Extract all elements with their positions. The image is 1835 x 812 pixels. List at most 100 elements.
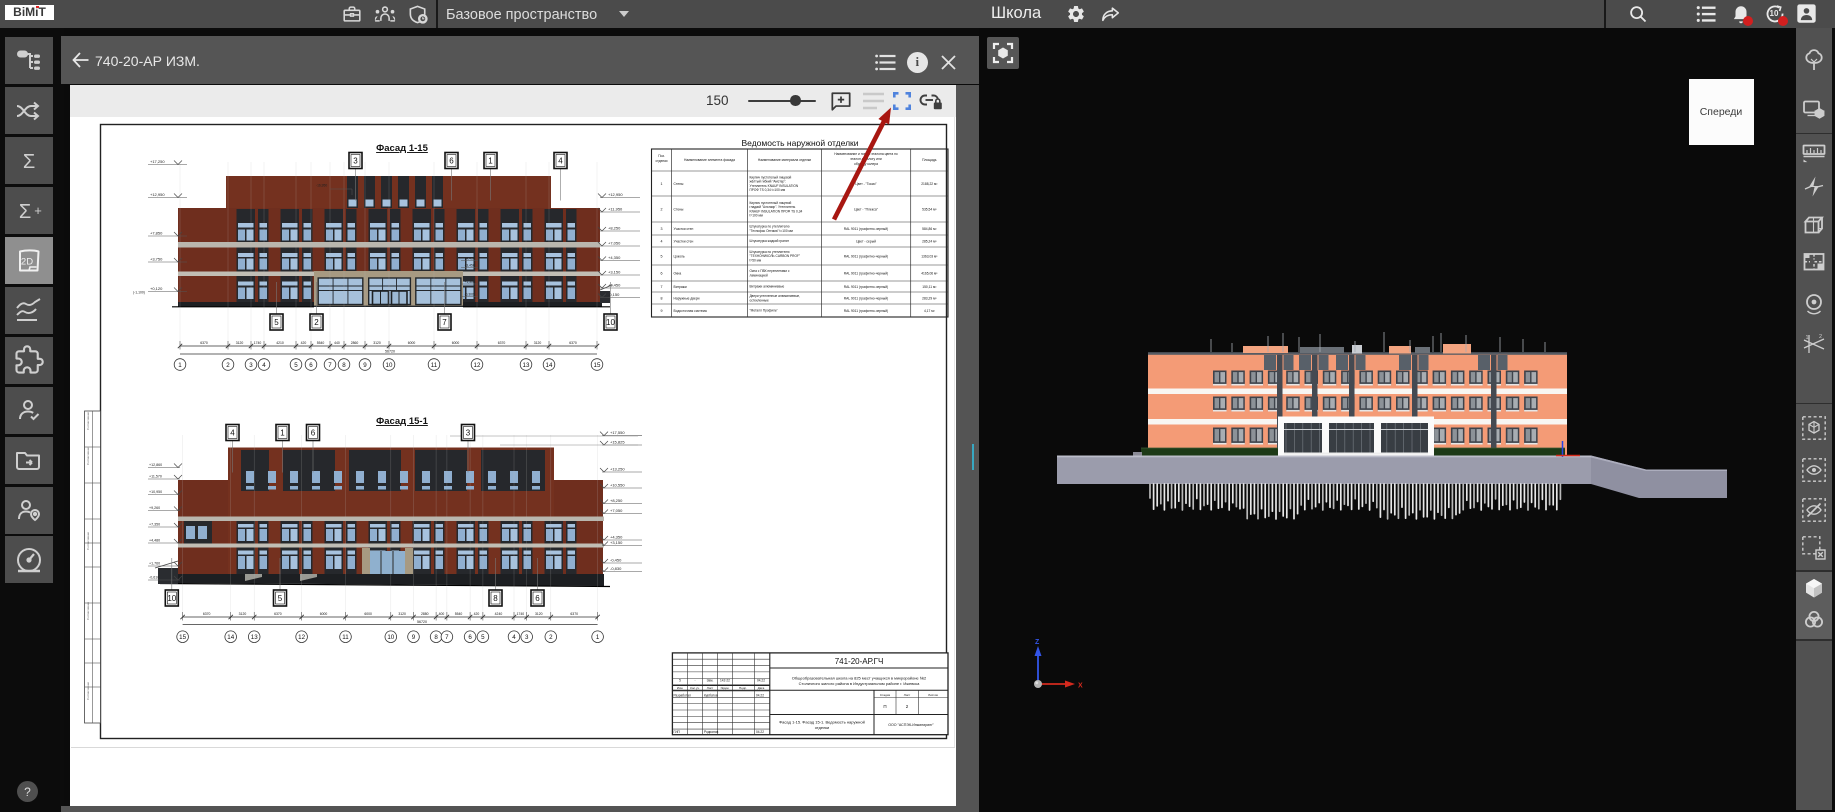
svg-text:Σ: Σ bbox=[23, 151, 35, 173]
svg-text:+17,550: +17,550 bbox=[610, 430, 625, 435]
svg-text:11: 11 bbox=[431, 362, 438, 369]
svg-text:6: 6 bbox=[661, 271, 663, 275]
svg-text:6: 6 bbox=[535, 594, 540, 603]
svg-text:4,17 м²: 4,17 м² bbox=[924, 309, 936, 313]
svg-text:Наименование элемента фасада: Наименование элемента фасада bbox=[684, 158, 735, 162]
svg-text:Цоколь: Цоколь bbox=[674, 254, 685, 258]
svg-text:+4,480: +4,480 bbox=[149, 539, 160, 543]
svg-text:Наружные двери: Наружные двери bbox=[674, 296, 700, 300]
svg-text:Наименование материала отделки: Наименование материала отделки bbox=[758, 158, 811, 162]
svg-text:Дата: Дата bbox=[758, 686, 765, 690]
svg-text:1: 1 bbox=[178, 362, 182, 369]
svg-text:5: 5 bbox=[278, 594, 283, 603]
svg-text:6370: 6370 bbox=[274, 612, 282, 616]
svg-text:+9,260: +9,260 bbox=[149, 506, 160, 510]
svg-text:15: 15 bbox=[594, 362, 601, 369]
svg-text:+11,570: +11,570 bbox=[149, 475, 162, 479]
svg-text:Площадь: Площадь bbox=[922, 158, 937, 162]
svg-text:420: 420 bbox=[474, 612, 480, 616]
svg-text:+11,950: +11,950 bbox=[608, 207, 623, 212]
svg-text:2: 2 bbox=[314, 318, 319, 327]
svg-text:3: 3 bbox=[661, 227, 663, 231]
svg-text:6370: 6370 bbox=[200, 341, 208, 345]
svg-text:1: 1 bbox=[280, 428, 285, 437]
svg-text:+3,150: +3,150 bbox=[610, 540, 623, 545]
svg-text:+10,550: +10,550 bbox=[610, 483, 625, 488]
svg-text:Стены: Стены bbox=[674, 182, 685, 186]
svg-text:-0,610: -0,610 bbox=[149, 576, 159, 580]
svg-text:Фасад 15-1: Фасад 15-1 bbox=[376, 416, 428, 427]
svg-text:RAL 9011 (графитно-черный): RAL 9011 (графитно-черный) bbox=[844, 296, 889, 300]
svg-text:2: 2 bbox=[1819, 334, 1822, 340]
svg-text:3120: 3120 bbox=[534, 341, 542, 345]
svg-text:3: 3 bbox=[353, 156, 358, 165]
svg-text:Согласовано: Согласовано bbox=[86, 682, 90, 700]
svg-text:15: 15 bbox=[179, 634, 186, 641]
svg-text:Согласовано: Согласовано bbox=[86, 532, 90, 550]
svg-text:-0,450: -0,450 bbox=[610, 558, 622, 563]
svg-text:4: 4 bbox=[262, 362, 266, 369]
svg-text:Участки стен: Участки стен bbox=[674, 227, 694, 231]
svg-text:-16,950: -16,950 bbox=[316, 184, 327, 188]
svg-text:2: 2 bbox=[226, 362, 230, 369]
svg-text:1: 1 bbox=[488, 156, 493, 165]
svg-text:4: 4 bbox=[661, 239, 663, 243]
svg-text:6: 6 bbox=[449, 156, 454, 165]
svg-text:1: 1 bbox=[661, 182, 663, 186]
svg-text:+1,300: +1,300 bbox=[465, 280, 475, 284]
svg-text:RAL 9011 (графитно-черный): RAL 9011 (графитно-черный) bbox=[844, 271, 889, 275]
svg-text:+12,950: +12,950 bbox=[608, 192, 623, 197]
svg-text:12: 12 bbox=[298, 634, 305, 641]
svg-text:+8,250: +8,250 bbox=[608, 226, 621, 231]
svg-text:ламинацией: ламинацией bbox=[750, 273, 769, 277]
svg-text:3120: 3120 bbox=[239, 612, 247, 616]
svg-text:6000: 6000 bbox=[364, 612, 372, 616]
svg-text:Лист: Лист bbox=[707, 686, 714, 690]
svg-text:8: 8 bbox=[434, 634, 438, 641]
svg-text:+7,050: +7,050 bbox=[608, 241, 621, 246]
svg-text:13: 13 bbox=[523, 362, 530, 369]
svg-text:+0,450: +0,450 bbox=[608, 283, 621, 288]
svg-text:Листов: Листов bbox=[928, 693, 938, 697]
svg-text:5: 5 bbox=[481, 634, 485, 641]
svg-text:+12,860: +12,860 bbox=[149, 463, 162, 467]
svg-text:400: 400 bbox=[439, 612, 445, 616]
svg-text:-0,150: -0,150 bbox=[608, 292, 620, 297]
svg-text:-: - bbox=[694, 678, 695, 682]
svg-text:6370: 6370 bbox=[570, 612, 578, 616]
svg-text:+10,950: +10,950 bbox=[149, 490, 162, 494]
svg-text:+7,350: +7,350 bbox=[149, 523, 160, 527]
svg-text:+13,250: +13,250 bbox=[610, 467, 625, 472]
svg-text:14: 14 bbox=[546, 362, 553, 369]
svg-text:Согласовано: Согласовано bbox=[86, 412, 90, 430]
svg-text:420: 420 bbox=[301, 341, 307, 345]
svg-text:Фасад 1-15: Фасад 1-15 bbox=[376, 143, 428, 154]
svg-text:Окна: Окна bbox=[674, 271, 682, 275]
svg-text:Согласовано: Согласовано bbox=[86, 447, 90, 465]
svg-text:Стены: Стены bbox=[674, 207, 685, 211]
svg-text:11: 11 bbox=[342, 634, 349, 641]
svg-text:+8,250: +8,250 bbox=[610, 498, 623, 503]
svg-text:t=50 мм: t=50 мм bbox=[750, 258, 762, 262]
svg-text:ГИП: ГИП bbox=[674, 730, 681, 734]
svg-text:+7,850: +7,850 bbox=[150, 231, 163, 236]
svg-text:4240: 4240 bbox=[495, 612, 503, 616]
svg-text:+0,120: +0,120 bbox=[150, 286, 163, 291]
svg-text:6: 6 bbox=[309, 362, 313, 369]
svg-text:+3,750: +3,750 bbox=[150, 257, 163, 262]
svg-text:9: 9 bbox=[363, 362, 367, 369]
svg-text:Штукатурка жидкий гранит: Штукатурка жидкий гранит bbox=[750, 239, 790, 243]
svg-text:2: 2 bbox=[549, 634, 553, 641]
svg-text:ООО "АСПЭК-Инжиниринг": ООО "АСПЭК-Инжиниринг" bbox=[888, 723, 934, 727]
svg-text:Водосточная система: Водосточная система bbox=[674, 309, 707, 313]
svg-text:+3,450: +3,450 bbox=[465, 264, 475, 268]
svg-text:X: X bbox=[1078, 683, 1083, 690]
svg-text:5540: 5540 bbox=[455, 612, 463, 616]
svg-text:1740: 1740 bbox=[254, 341, 262, 345]
svg-text:Изм.: Изм. bbox=[677, 686, 684, 690]
svg-text:4: 4 bbox=[512, 634, 516, 641]
svg-text:отделки: отделки bbox=[815, 725, 830, 730]
svg-text:10: 10 bbox=[167, 594, 176, 603]
svg-text:6370: 6370 bbox=[498, 341, 506, 345]
svg-text:285,24 м²: 285,24 м² bbox=[922, 239, 937, 243]
